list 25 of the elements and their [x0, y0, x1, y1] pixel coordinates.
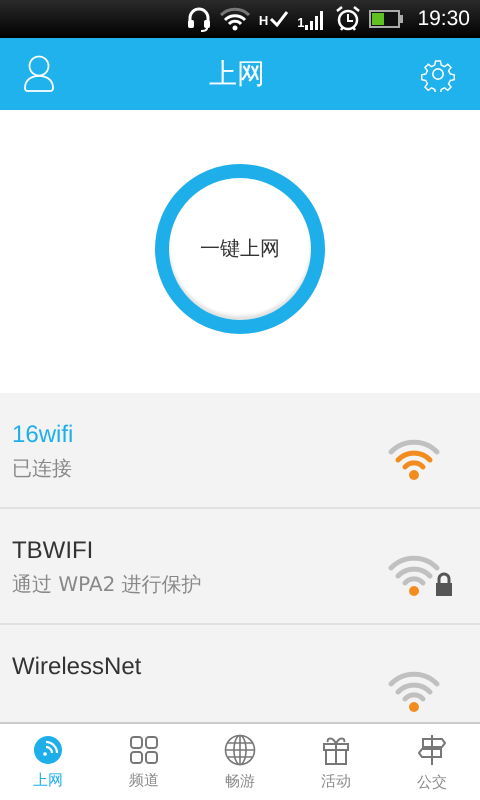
- network-name[interactable]: WirelessNet: [12, 653, 142, 681]
- wifi-tab-icon: [33, 734, 63, 764]
- tab[interactable]: 上网: [0, 724, 96, 800]
- globe-icon: [224, 734, 256, 766]
- network-name[interactable]: TBWIFI: [12, 537, 202, 565]
- wifi-icon: [218, 7, 251, 31]
- page-title: 上网: [209, 56, 265, 92]
- signpost-icon: [418, 732, 446, 766]
- clock-time: 19:30: [417, 7, 470, 31]
- battery-icon: [369, 10, 404, 28]
- tab[interactable]: 畅游: [192, 724, 288, 800]
- network-status: 通过 WPA2 进行保护: [12, 571, 202, 598]
- network-type: H: [258, 13, 268, 28]
- headset-icon: [186, 6, 211, 32]
- network-name[interactable]: 16wifi: [12, 421, 74, 449]
- check-icon: [269, 10, 290, 28]
- connect-button[interactable]: 一键上网: [155, 164, 325, 334]
- alarm-clock-icon: [335, 5, 362, 33]
- tab[interactable]: 活动: [288, 724, 384, 800]
- signal-label: 1: [297, 15, 304, 30]
- tab[interactable]: 频道: [96, 724, 192, 800]
- user-icon[interactable]: [24, 55, 54, 93]
- network-status: 已连接: [12, 455, 73, 482]
- tab[interactable]: 公交: [384, 724, 480, 800]
- grid-icon: [129, 734, 159, 764]
